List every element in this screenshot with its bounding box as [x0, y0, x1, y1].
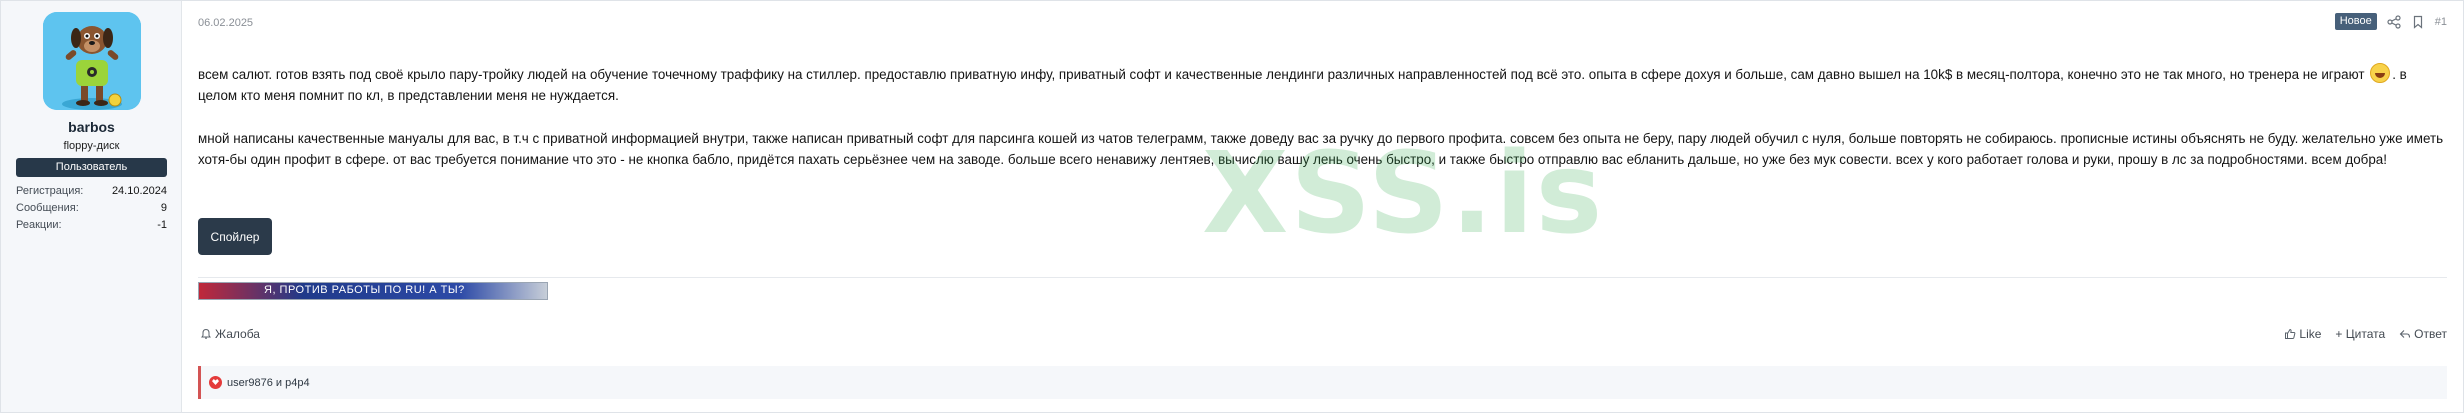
user-sidebar: barbos floppy-диск Пользователь Регистра…	[1, 1, 182, 412]
post-actions: Like + Цитата Ответ	[2284, 327, 2447, 341]
grinning-smiley-icon	[2370, 63, 2391, 83]
paragraph-text: всем салют. готов взять под своё крыло п…	[198, 67, 2369, 82]
stat-value[interactable]: 9	[161, 200, 167, 217]
reply-label: Ответ	[2414, 327, 2447, 341]
reactions-bar[interactable]: user9876 и p4p4	[198, 366, 2447, 399]
user-title: floppy-диск	[63, 140, 120, 152]
signature-banner[interactable]: Я, ПРОТИВ РАБОТЫ ПО RU! А ТЫ?	[198, 282, 548, 300]
user-avatar[interactable]	[43, 12, 141, 110]
quote-button[interactable]: + Цитата	[2335, 327, 2385, 341]
quote-label: + Цитата	[2335, 327, 2386, 341]
share-icon[interactable]	[2387, 14, 2401, 29]
post-paragraph-1: всем салют. готов взять под своё крыло п…	[198, 63, 2448, 106]
report-label: Жалоба	[215, 327, 260, 341]
banner-text: Я, ПРОТИВ РАБОТЫ ПО RU! А ТЫ?	[264, 284, 465, 296]
user-role-badge: Пользователь	[16, 158, 167, 177]
post-number[interactable]: #1	[2435, 16, 2447, 28]
stat-reactions: Реакции: -1	[16, 217, 167, 234]
stat-label: Регистрация:	[16, 185, 84, 197]
stat-label: Сообщения:	[16, 202, 79, 214]
forum-post: barbos floppy-диск Пользователь Регистра…	[0, 0, 2464, 413]
bell-icon	[201, 328, 211, 339]
post-date[interactable]: 06.02.2025	[198, 17, 253, 29]
reactions-text[interactable]: user9876 и p4p4	[227, 377, 310, 389]
post-content: всем салют. готов взять под своё крыло п…	[198, 63, 2448, 192]
stat-registration: Регистрация: 24.10.2024	[16, 183, 167, 200]
post-header-actions: Новое #1	[2334, 13, 2447, 30]
dog-avatar-icon	[43, 12, 141, 110]
thumbs-up-icon	[2285, 328, 2296, 339]
stat-messages: Сообщения: 9	[16, 200, 167, 217]
stat-label: Реакции:	[16, 219, 62, 231]
new-badge: Новое	[2334, 13, 2377, 30]
divider	[198, 277, 2447, 278]
user-stats: Регистрация: 24.10.2024 Сообщения: 9 Реа…	[16, 183, 167, 234]
report-link[interactable]: Жалоба	[200, 327, 260, 341]
post-main: 06.02.2025 Новое #1 всем салют. готов вз…	[182, 1, 2464, 412]
reply-button[interactable]: Ответ	[2399, 327, 2447, 341]
bookmark-icon[interactable]	[2411, 15, 2425, 29]
spoiler-button[interactable]: Спойлер	[198, 218, 272, 255]
like-button[interactable]: Like	[2284, 327, 2321, 341]
post-paragraph-2: мной написаны качественные мануалы для в…	[198, 131, 2444, 167]
heart-reaction-icon	[209, 376, 222, 389]
stat-value: -1	[157, 219, 167, 231]
reply-arrow-icon	[2399, 330, 2411, 338]
username[interactable]: barbos	[1, 119, 182, 135]
like-label: Like	[2299, 327, 2322, 341]
stat-value: 24.10.2024	[111, 185, 167, 197]
